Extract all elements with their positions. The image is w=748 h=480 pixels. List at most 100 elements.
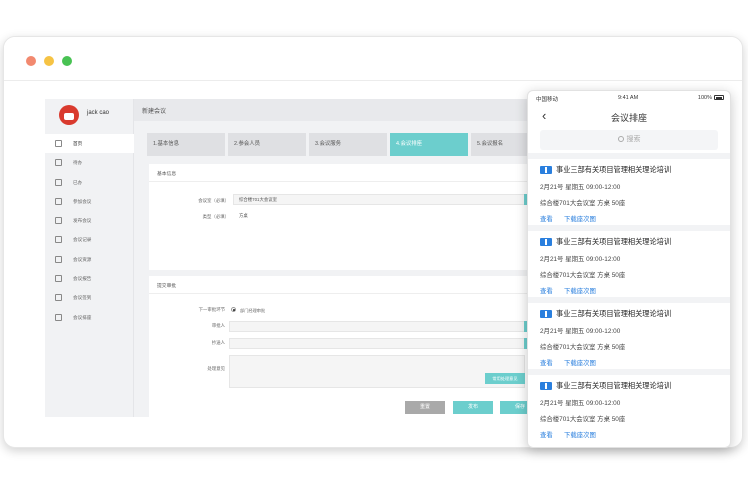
list-item[interactable]: 事业三部有关项目管理相关理论培训 2月21号 星期五 09:00-12:00 综… [528, 375, 730, 439]
meeting-date: 2月21号 星期五 09:00-12:00 [540, 328, 621, 335]
avatar [59, 105, 79, 125]
reset-button[interactable]: 重置 [405, 401, 445, 414]
meeting-tag-icon [540, 166, 552, 174]
download-seat-map-link[interactable]: 下载座次图 [564, 358, 596, 367]
next-step-radio[interactable] [231, 307, 236, 312]
meeting-tag-icon [540, 238, 552, 246]
sidebar-item-attend[interactable]: 参加会议 [45, 192, 134, 211]
sidebar-item-label: 待办 [73, 160, 83, 166]
sidebar-item-label: 参加会议 [73, 198, 92, 204]
room-field[interactable]: 综合楼701大会议室 [233, 194, 528, 205]
sidebar-item-resources[interactable]: 会议资源 [45, 250, 134, 269]
download-seat-map-link[interactable]: 下载座次图 [564, 214, 596, 223]
username: jack cao [87, 110, 110, 116]
sidebar-item-label: 会议记录 [73, 237, 92, 243]
list-item[interactable]: 事业三部有关项目管理相关理论培训 2月21号 星期五 09:00-12:00 综… [528, 231, 730, 295]
sidebar-item-seating[interactable]: 会议排座 [45, 308, 134, 327]
publish-button[interactable]: 发布 [453, 401, 493, 414]
tab-participants[interactable]: 2.参会人员 [228, 133, 306, 156]
sidebar-item-todo[interactable]: 待办 [45, 153, 134, 172]
sidebar-item-label: 会议资源 [73, 256, 92, 262]
sidebar-item-reports[interactable]: 会议报告 [45, 269, 134, 288]
meeting-location: 综合楼701大会议室 方桌 50座 [540, 272, 626, 279]
meeting-location: 综合楼701大会议室 方桌 50座 [540, 200, 626, 207]
sidebar-menu: 首页 待办 已办 参加会议 发布会议 会议记录 会议资源 会议报告 会议签到 会… [45, 134, 134, 327]
section-title: 提交审批 [157, 284, 177, 289]
download-seat-map-link[interactable]: 下载座次图 [564, 286, 596, 295]
sidebar-item-home[interactable]: 首页 [45, 134, 134, 154]
sidebar-item-label: 发布会议 [73, 218, 92, 224]
sidebar-item-label: 会议签到 [73, 295, 92, 301]
meeting-tag-icon [540, 310, 552, 318]
sidebar-item-records[interactable]: 会议记录 [45, 230, 134, 249]
basic-info-card: 基本信息 会议室（必填） 综合楼701大会议室 类型（必填） 方桌 [149, 164, 565, 270]
meeting-date: 2月21号 星期五 09:00-12:00 [540, 256, 621, 263]
view-link[interactable]: 查看 [540, 358, 553, 367]
meeting-name: 事业三部有关项目管理相关理论培训 [556, 309, 672, 318]
sidebar-item-done[interactable]: 已办 [45, 173, 134, 192]
page-title: 新建会议 [142, 109, 167, 115]
mobile-header: ‹ 会议排座 [528, 103, 730, 129]
tab-services[interactable]: 3.会议服务 [309, 133, 387, 156]
type-field[interactable]: 方桌 [233, 210, 525, 221]
minimize-window-button[interactable] [44, 56, 54, 66]
mobile-page-title: 会议排座 [610, 113, 647, 123]
next-step-label: 下一审批环节 [198, 307, 225, 312]
list-item[interactable]: 事业三部有关项目管理相关理论培训 2月21号 星期五 09:00-12:00 综… [528, 303, 730, 367]
sidebar: jack cao 首页 待办 已办 参加会议 发布会议 会议记录 会议资源 会议… [45, 99, 134, 417]
sidebar-item-publish[interactable]: 发布会议 [45, 211, 134, 230]
desktop-app: jack cao 首页 待办 已办 参加会议 发布会议 会议记录 会议资源 会议… [45, 99, 567, 426]
meeting-name: 事业三部有关项目管理相关理论培训 [556, 381, 672, 390]
mobile-search-input[interactable]: 搜索 [540, 130, 718, 150]
approver-input[interactable] [229, 321, 528, 332]
title-bar [4, 37, 742, 81]
common-opinion-button[interactable]: 常用处理意见 [485, 373, 525, 384]
meeting-tag-icon [540, 382, 552, 390]
divider [149, 181, 565, 182]
tab-basic-info[interactable]: 1.基本信息 [147, 133, 225, 156]
battery-level: 100% [697, 95, 712, 101]
view-link[interactable]: 查看 [540, 214, 553, 223]
checkin-icon [55, 294, 62, 302]
people-icon [55, 197, 62, 205]
room-label: 会议室（必填） [198, 198, 229, 203]
sidebar-item-checkin[interactable]: 会议签到 [45, 288, 134, 307]
meeting-date: 2月21号 星期五 09:00-12:00 [540, 184, 621, 191]
report-icon [55, 275, 62, 283]
sidebar-item-label: 会议排座 [73, 314, 92, 320]
opinion-label: 处理意见 [207, 366, 225, 371]
section-title: 基本信息 [157, 172, 177, 177]
sidebar-item-label: 首页 [73, 141, 83, 146]
sidebar-item-label: 会议报告 [73, 276, 92, 282]
tab-seating[interactable]: 4.会议排座 [390, 133, 468, 156]
document-icon [55, 178, 62, 186]
sidebar-item-label: 已办 [73, 179, 83, 185]
search-icon [617, 136, 624, 142]
type-value: 方桌 [239, 213, 248, 218]
clock: 9:41 AM [618, 95, 639, 101]
divider [149, 293, 565, 294]
approver-label: 审批人 [211, 323, 225, 328]
list-item[interactable]: 事业三部有关项目管理相关理论培训 2月21号 星期五 09:00-12:00 综… [528, 159, 730, 223]
maximize-window-button[interactable] [62, 56, 72, 66]
user-profile[interactable]: jack cao [45, 99, 134, 131]
meeting-location: 综合楼701大会议室 方桌 50座 [540, 344, 626, 351]
page-header: 新建会议 [134, 99, 565, 121]
carrier: 中国移动 [536, 97, 559, 103]
cc-input[interactable] [229, 338, 528, 349]
record-icon [55, 236, 62, 244]
home-icon [55, 140, 62, 147]
meeting-name: 事业三部有关项目管理相关理论培训 [556, 165, 672, 174]
battery-icon [714, 95, 724, 100]
close-window-button[interactable] [26, 56, 36, 66]
download-seat-map-link[interactable]: 下载座次图 [564, 430, 596, 439]
meeting-location: 综合楼701大会议室 方桌 50座 [540, 416, 626, 423]
view-link[interactable]: 查看 [540, 286, 553, 295]
send-icon [55, 217, 62, 225]
room-value: 综合楼701大会议室 [239, 197, 278, 202]
search-placeholder: 搜索 [626, 136, 641, 143]
opinion-textarea[interactable] [229, 355, 525, 388]
view-link[interactable]: 查看 [540, 430, 553, 439]
step-tabs: 1.基本信息 2.参会人员 3.会议服务 4.会议排座 5.会议报名 [147, 133, 567, 156]
submit-approval-card: 提交审批 下一审批环节 部门经理审批 审批人 抄送人 处理意见 常用处理意见 重… [149, 276, 565, 426]
